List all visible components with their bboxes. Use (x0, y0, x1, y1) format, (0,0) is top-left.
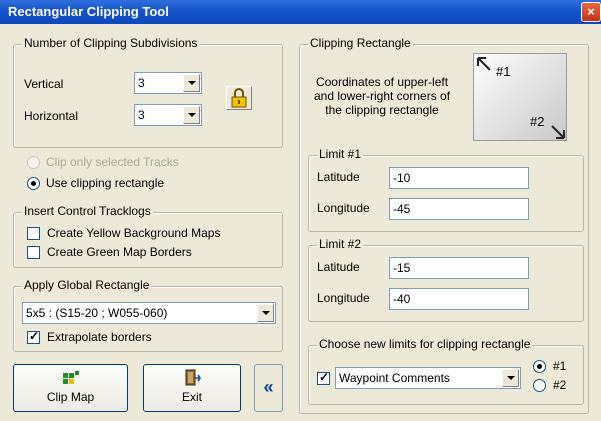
extrapolate-label: Extrapolate borders (47, 330, 152, 344)
limit2-group: Limit #2 Latitude -15 Longitude -40 (308, 237, 584, 322)
extrapolate-checkbox[interactable] (27, 329, 40, 344)
subdivisions-group: Number of Clipping Subdivisions Vertical… (13, 36, 283, 148)
clipping-rect-legend: Clipping Rectangle (308, 36, 413, 50)
chevron-down-icon[interactable] (502, 369, 519, 387)
green-borders-label: Create Green Map Borders (47, 245, 192, 259)
chevron-down-icon[interactable] (183, 106, 200, 124)
new-limits-checkbox[interactable] (317, 370, 330, 385)
clipping-rect-group: Clipping Rectangle Coordinates of upper-… (299, 36, 589, 414)
limit2-longitude-input[interactable]: -40 (389, 288, 529, 310)
use-rect-label: Use clipping rectangle (46, 176, 165, 190)
collapse-button[interactable]: « (254, 364, 283, 412)
clipping-rect-description: Coordinates of upper-left and lower-righ… (308, 75, 456, 117)
clip-selected-radio[interactable] (27, 156, 40, 169)
yellow-maps-checkbox[interactable] (27, 227, 40, 240)
horizontal-label: Horizontal (24, 109, 79, 123)
subdivisions-legend: Number of Clipping Subdivisions (22, 36, 200, 50)
exit-button[interactable]: Exit (143, 364, 241, 412)
limit1-latitude-input[interactable]: -10 (389, 167, 529, 189)
description-line: Coordinates of upper-left (315, 75, 449, 89)
vertical-label: Vertical (24, 77, 64, 91)
limit1-longitude-label: Longitude (317, 201, 370, 215)
description-line: and lower-right corners of (313, 89, 451, 103)
limit-source-select[interactable]: Waypoint Comments (335, 367, 521, 389)
control-tracklogs-group: Insert Control Tracklogs Create Yellow B… (13, 204, 283, 268)
close-button[interactable]: × (581, 2, 601, 22)
limit2-legend: Limit #2 (317, 237, 364, 251)
padlock-icon (231, 88, 247, 108)
exit-door-icon (185, 369, 201, 386)
global-rect-group: Apply Global Rectangle 5x5 : (S15-20 ; W… (13, 278, 283, 352)
horizontal-select[interactable]: 3 (134, 104, 202, 126)
limit2-longitude-label: Longitude (317, 291, 370, 305)
green-borders-checkbox[interactable] (27, 246, 40, 259)
limit2-latitude-input[interactable]: -15 (389, 257, 529, 279)
limit1-longitude-input[interactable]: -45 (389, 198, 529, 220)
double-chevron-left-icon: « (263, 377, 274, 397)
corner-arrow-icon (477, 57, 565, 139)
yellow-maps-label: Create Yellow Background Maps (47, 226, 221, 240)
clip-map-label: Clip Map (46, 390, 95, 404)
window-title: Rectangular Clipping Tool (8, 4, 169, 19)
clip-map-icon (62, 371, 79, 384)
corner1-label: #1 (496, 64, 511, 79)
clip-selected-label: Clip only selected Tracks (46, 155, 179, 169)
chevron-down-icon[interactable] (183, 74, 200, 92)
exit-label: Exit (181, 390, 202, 404)
limit1-radio[interactable] (533, 360, 546, 373)
limit1-group: Limit #1 Latitude -10 Longitude -45 (308, 147, 584, 232)
limit2-radio-label: #2 (553, 378, 567, 392)
global-rect-value: 5x5 : (S15-20 ; W055-060) (26, 306, 168, 320)
global-rect-legend: Apply Global Rectangle (22, 278, 152, 292)
vertical-select[interactable]: 3 (134, 72, 202, 94)
limit-source-value: Waypoint Comments (339, 371, 450, 385)
global-rect-select[interactable]: 5x5 : (S15-20 ; W055-060) (22, 302, 276, 324)
vertical-value: 3 (138, 76, 145, 90)
limit2-radio[interactable] (533, 379, 546, 392)
limit1-legend: Limit #1 (317, 147, 364, 161)
use-rect-radio[interactable] (27, 177, 40, 190)
new-limits-group: Choose new limits for clipping rectangle… (308, 337, 584, 405)
corner2-label: #2 (530, 114, 545, 129)
limit2-latitude-label: Latitude (317, 260, 360, 274)
description-line: the clipping rectangle (325, 103, 439, 117)
lock-button[interactable] (226, 86, 252, 110)
new-limits-legend: Choose new limits for clipping rectangle (317, 337, 533, 351)
dialog-client: Number of Clipping Subdivisions Vertical… (4, 24, 597, 417)
clip-map-button[interactable]: Clip Map (13, 364, 128, 412)
title-bar: Rectangular Clipping Tool × (0, 0, 601, 24)
limit1-radio-label: #1 (553, 359, 567, 373)
horizontal-value: 3 (138, 108, 145, 122)
close-icon: × (587, 4, 595, 19)
corners-diagram: #1 #2 (473, 53, 567, 141)
control-tracklogs-legend: Insert Control Tracklogs (22, 204, 153, 218)
limit1-latitude-label: Latitude (317, 170, 360, 184)
chevron-down-icon[interactable] (257, 304, 274, 322)
